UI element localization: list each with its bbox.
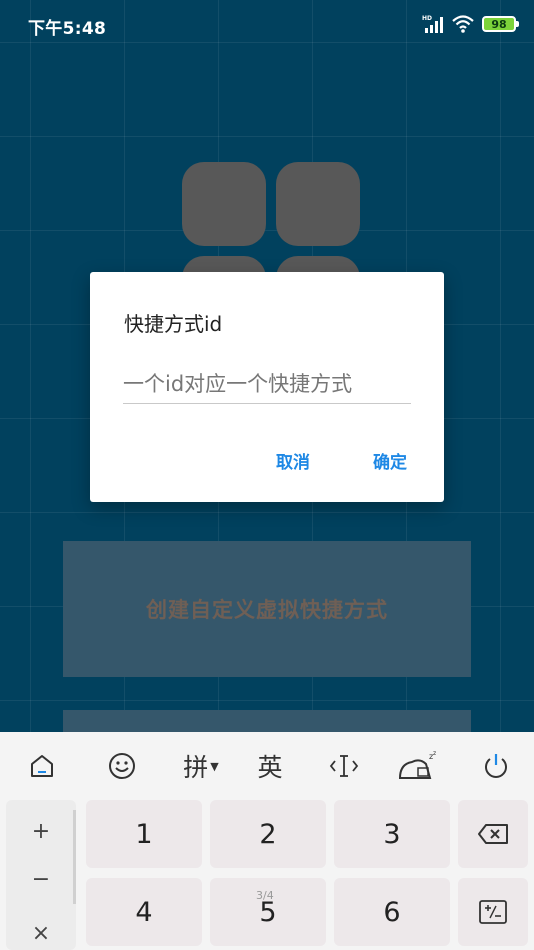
emoji-icon[interactable]: [102, 746, 142, 786]
status-time: 下午5:48: [28, 19, 107, 39]
page-indicator: 3/4: [256, 889, 274, 902]
create-shortcut-label: 创建自定义虚拟快捷方式: [146, 598, 388, 622]
battery-icon: 98: [482, 16, 519, 32]
cursor-icon[interactable]: [324, 746, 364, 786]
cancel-button[interactable]: 取消: [276, 448, 310, 473]
english-label: 英: [257, 753, 283, 782]
plus-minus-icon: [479, 900, 507, 924]
key-3[interactable]: 3: [334, 800, 450, 868]
wifi-icon: [452, 14, 474, 34]
multiply-key[interactable]: ×: [6, 916, 76, 950]
chevron-down-icon: ▼: [210, 759, 219, 773]
svg-text:z: z: [433, 750, 436, 757]
key-6[interactable]: 6: [334, 878, 450, 946]
keyboard: 拼 ▼ 英 z z + − × 1 2 3 4 5 6 3/4: [0, 732, 534, 950]
shortcut-id-input[interactable]: [123, 364, 411, 404]
create-shortcut-button[interactable]: 创建自定义虚拟快捷方式: [63, 541, 471, 677]
battery-level: 98: [491, 17, 507, 31]
ok-button[interactable]: 确定: [373, 448, 407, 473]
plus-key[interactable]: +: [6, 814, 76, 848]
pinyin-mode-button[interactable]: 拼 ▼: [178, 746, 224, 786]
network-label: HD: [422, 15, 432, 22]
key-2[interactable]: 2: [210, 800, 326, 868]
home-icon[interactable]: [22, 746, 62, 786]
dialog-title: 快捷方式id: [124, 312, 223, 336]
pinyin-label: 拼: [183, 753, 209, 782]
backspace-icon: [478, 824, 508, 844]
key-1[interactable]: 1: [86, 800, 202, 868]
power-icon[interactable]: [476, 746, 516, 786]
status-bar: 下午5:48 HD 98: [0, 0, 534, 50]
sleep-mascot-icon[interactable]: z z: [394, 746, 440, 786]
minus-key[interactable]: −: [6, 862, 76, 896]
logo-tile: [276, 162, 360, 246]
logo-tile: [182, 162, 266, 246]
keyboard-toolbar: 拼 ▼ 英 z z: [0, 732, 534, 798]
backspace-key[interactable]: [458, 800, 528, 868]
signal-icon: HD: [422, 14, 444, 34]
key-4[interactable]: 4: [86, 878, 202, 946]
status-icons: HD 98: [422, 12, 519, 36]
english-mode-button[interactable]: 英: [250, 746, 290, 786]
plus-minus-key[interactable]: [458, 878, 528, 946]
shortcut-id-dialog: 快捷方式id 取消 确定: [90, 272, 444, 502]
side-scrollbar[interactable]: [73, 810, 76, 904]
symbol-side-panel[interactable]: + − ×: [6, 800, 76, 950]
